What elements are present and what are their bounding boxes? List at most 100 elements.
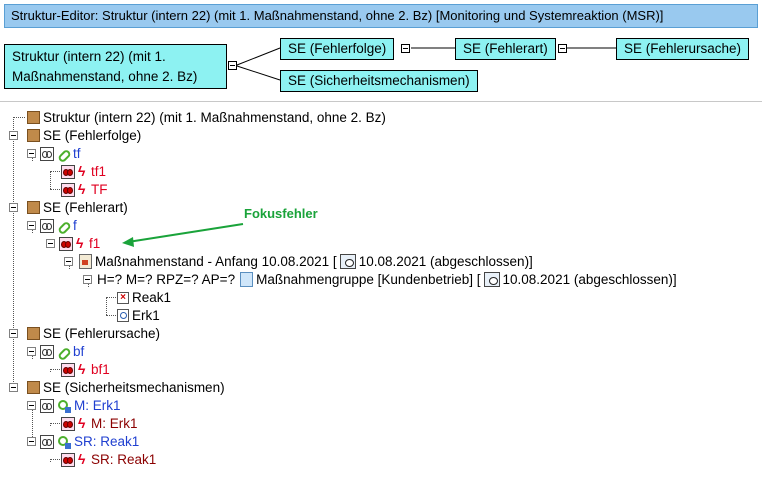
fehlerart-label: SE (Fehlerart) (43, 200, 128, 215)
bracket-open: [ (329, 254, 337, 269)
function-label: SR: Reak1 (74, 434, 140, 449)
pane-divider[interactable] (0, 101, 762, 102)
expand-toggle[interactable] (9, 383, 18, 392)
rating-label: H=? M=? RPZ=? AP=? (97, 272, 236, 287)
tree-row-fehlerfolge[interactable]: SE (Fehlerfolge) (27, 126, 141, 145)
calendar-clock-icon (339, 254, 356, 269)
root-label: Struktur (intern 22) (mit 1. Maßnahmenst… (43, 110, 386, 125)
expand-toggle[interactable] (9, 329, 18, 338)
tree-row-failure-f1[interactable]: f1 (59, 234, 100, 253)
expand-toggle[interactable] (83, 275, 92, 284)
bracket-open: [ (473, 272, 481, 287)
focus-failure-annotation: Fokusfehler (244, 206, 318, 221)
tree-row-sicherheit[interactable]: SE (Sicherheitsmechanismen) (27, 378, 225, 397)
tree-row-action-erk1[interactable]: Erk1 (117, 306, 160, 325)
tree-row-failure-TF[interactable]: TF (61, 180, 108, 199)
tree-row-fehlerart[interactable]: SE (Fehlerart) (27, 198, 128, 217)
structure-diagram: Struktur (intern 22) (mit 1. Maßnahmenst… (0, 30, 762, 96)
tree-row-failure-bf1[interactable]: bf1 (61, 360, 110, 379)
failure-label: TF (91, 182, 108, 197)
diagram-node-fehlerfolge[interactable]: SE (Fehlerfolge) (280, 38, 395, 60)
tree-line (50, 171, 60, 172)
structure-element-icon (27, 129, 40, 142)
tree-row-rating[interactable]: H=? M=? RPZ=? AP=? Maßnahmengruppe [Kund… (97, 270, 677, 289)
calendar-clock-icon (483, 272, 500, 287)
action-label: Reak1 (132, 290, 172, 305)
fehlerfolge-label: SE (Fehlerfolge) (43, 128, 142, 143)
eye-toggle-icon[interactable] (40, 218, 54, 233)
tree-row-m-failure[interactable]: M: Erk1 (61, 414, 138, 433)
tree-line (50, 171, 51, 189)
eye-toggle-icon[interactable] (61, 164, 75, 179)
lightning-icon (78, 453, 88, 466)
x-box-icon (117, 291, 129, 304)
lightning-icon (76, 237, 86, 250)
tree-row-function-f[interactable]: f (40, 216, 77, 235)
expand-toggle[interactable] (9, 203, 18, 212)
tree-line (106, 315, 116, 316)
diagram-node-sicherheit[interactable]: SE (Sicherheitsmechanismen) (280, 70, 478, 92)
reaction-function-icon (57, 435, 71, 449)
eye-toggle-icon[interactable] (61, 182, 75, 197)
eye-toggle-icon[interactable] (61, 416, 75, 431)
failure-label: bf1 (91, 362, 110, 377)
tree-row-action-reak1[interactable]: Reak1 (117, 288, 171, 307)
function-label: bf (73, 344, 85, 359)
tree-row-failure-tf1[interactable]: tf1 (61, 162, 106, 181)
tree-row-function-tf[interactable]: tf (40, 144, 81, 163)
measure-state-date: 10.08.2021 (abgeschlossen)] (358, 254, 533, 269)
tree-row-m-function[interactable]: M: Erk1 (40, 396, 121, 415)
link-icon (57, 345, 70, 358)
eye-toggle-icon[interactable] (40, 434, 54, 449)
collapse-fehlerart-icon[interactable] (558, 44, 567, 53)
tree-line (50, 423, 60, 424)
fehlerursache-label: SE (Fehlerursache) (43, 326, 161, 341)
tree-line (32, 405, 33, 441)
lightning-icon (78, 183, 88, 196)
eye-toggle-icon[interactable] (61, 362, 75, 377)
eye-toggle-icon[interactable] (61, 452, 75, 467)
sicherheit-label: SE (Sicherheitsmechanismen) (43, 380, 225, 395)
expand-toggle[interactable] (27, 437, 36, 446)
function-label: f (73, 218, 77, 233)
expand-toggle[interactable] (64, 257, 73, 266)
expand-toggle[interactable] (27, 149, 36, 158)
diagram-node-fehlerart[interactable]: SE (Fehlerart) (455, 38, 556, 60)
tree-line (106, 297, 107, 315)
expand-toggle[interactable] (27, 221, 36, 230)
function-label: M: Erk1 (74, 398, 121, 413)
structure-tree: Struktur (intern 22) (mit 1. Maßnahmenst… (0, 108, 762, 477)
tree-row-sr-failure[interactable]: SR: Reak1 (61, 450, 156, 469)
tree-line (50, 369, 60, 370)
eye-toggle-icon[interactable] (40, 398, 54, 413)
eye-toggle-icon[interactable] (59, 236, 73, 251)
diagram-node-fehlerursache[interactable]: SE (Fehlerursache) (616, 38, 750, 60)
tree-row-sr-function[interactable]: SR: Reak1 (40, 432, 139, 451)
expand-toggle[interactable] (27, 401, 36, 410)
lightning-icon (78, 417, 88, 430)
tree-row-measure-state[interactable]: Maßnahmenstand - Anfang 10.08.2021 [ 10.… (79, 252, 533, 271)
action-label: Erk1 (132, 308, 160, 323)
magnifier-icon (117, 309, 129, 322)
measure-group-label: Maßnahmengruppe [Kundenbetrieb] (256, 272, 473, 287)
expand-toggle[interactable] (27, 347, 36, 356)
structure-element-icon (27, 201, 40, 214)
collapse-fehlerfolge-icon[interactable] (401, 44, 410, 53)
tree-row-function-bf[interactable]: bf (40, 342, 84, 361)
link-icon (57, 219, 70, 232)
expand-toggle[interactable] (46, 239, 55, 248)
tree-line (106, 297, 116, 298)
measure-state-label: Maßnahmenstand - Anfang 10.08.2021 (95, 254, 330, 269)
tree-line (50, 189, 60, 190)
structure-element-icon (27, 381, 40, 394)
failure-label: SR: Reak1 (91, 452, 157, 467)
monitoring-function-icon (57, 399, 71, 413)
tree-line (13, 117, 25, 118)
tree-row-root[interactable]: Struktur (intern 22) (mit 1. Maßnahmenst… (27, 108, 386, 127)
function-label: tf (73, 146, 81, 161)
tree-row-fehlerursache[interactable]: SE (Fehlerursache) (27, 324, 160, 343)
eye-toggle-icon[interactable] (40, 146, 54, 161)
eye-toggle-icon[interactable] (40, 344, 54, 359)
expand-toggle[interactable] (9, 131, 18, 140)
tree-line (13, 117, 14, 390)
